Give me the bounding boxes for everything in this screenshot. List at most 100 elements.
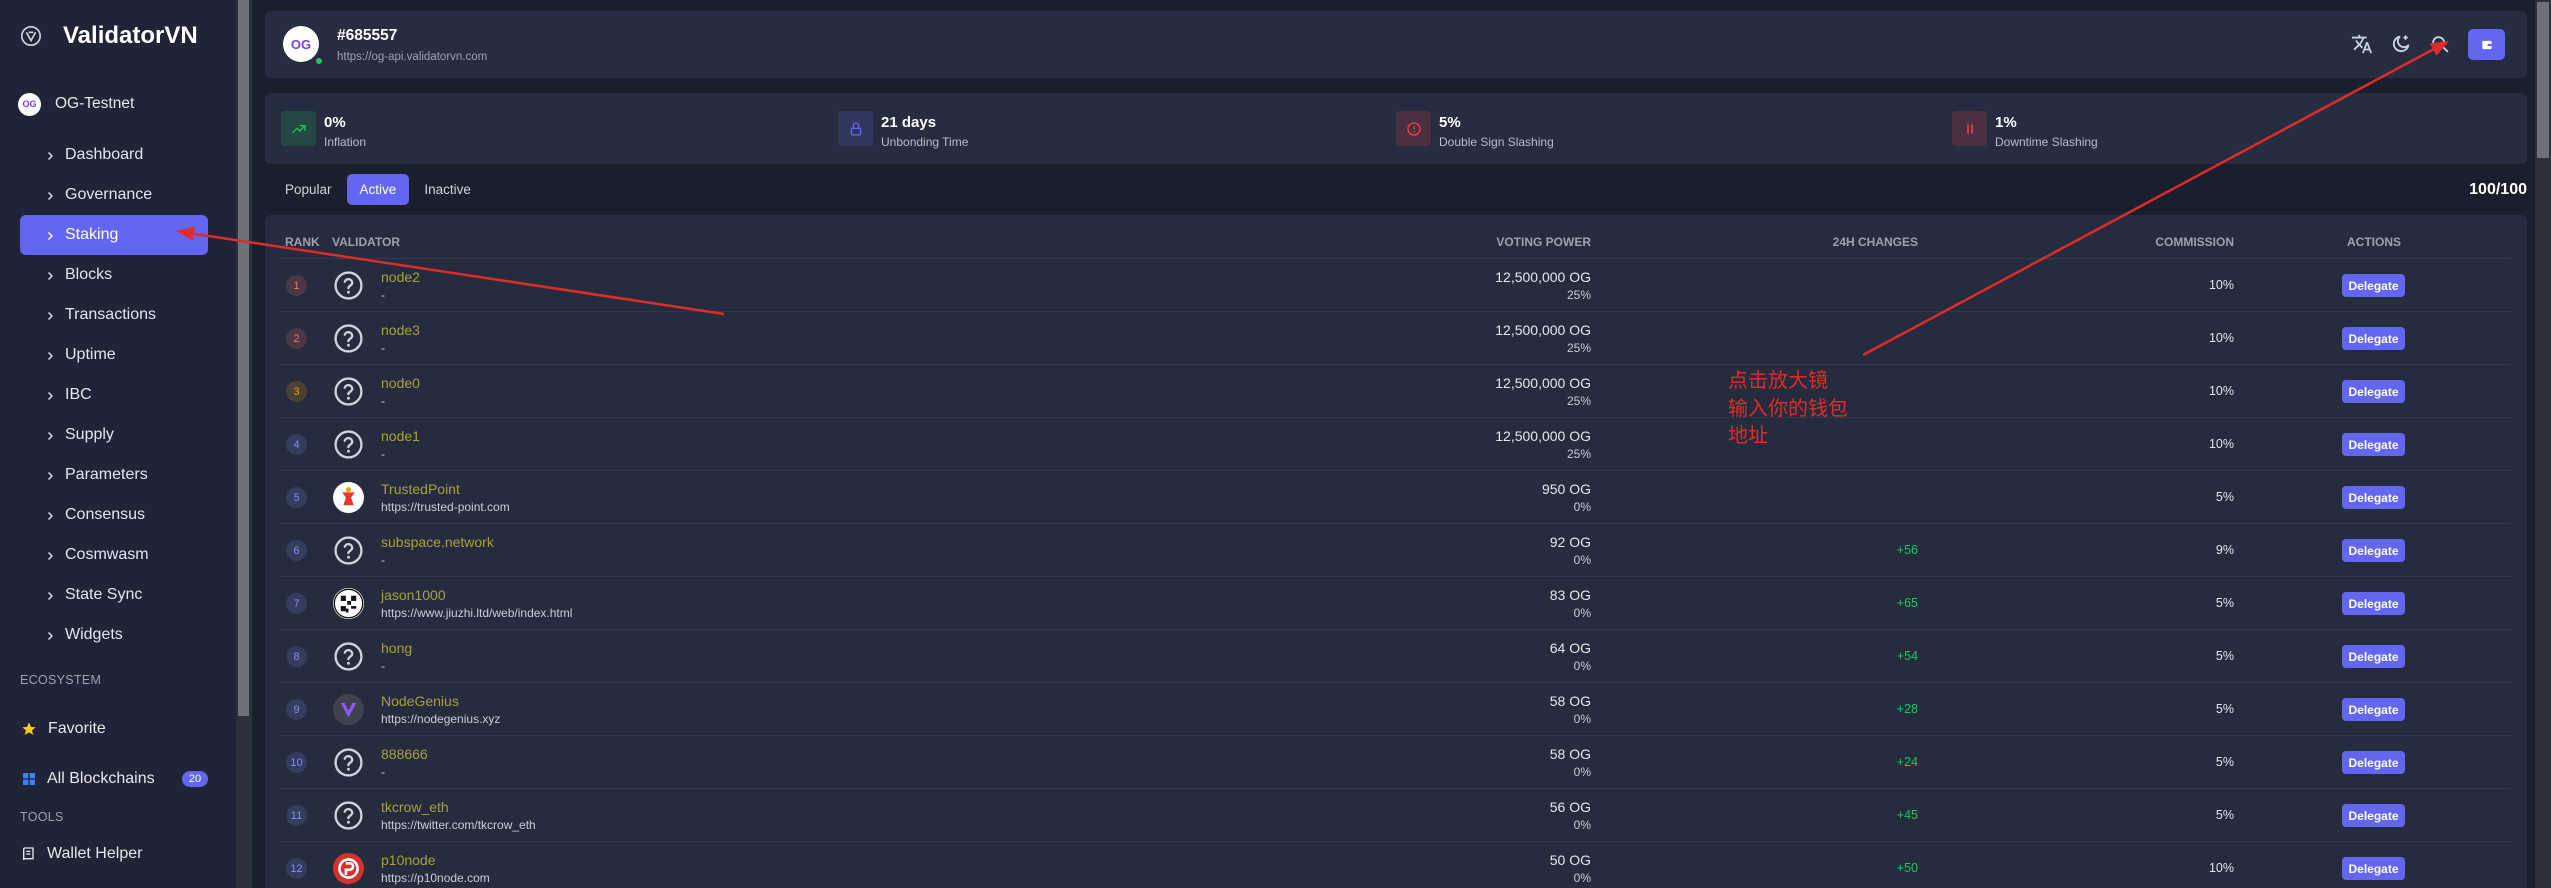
validator-name[interactable]: node1 [381, 427, 420, 445]
sidebar-item-ibc[interactable]: IBC [20, 375, 208, 415]
wallet-helper-link[interactable]: Wallet Helper [21, 842, 142, 866]
delegate-button[interactable]: Delegate [2342, 486, 2405, 509]
voting-power-share: 0% [1573, 553, 1591, 567]
rank-badge: 3 [286, 381, 307, 402]
sidebar-item-label: Supply [65, 426, 114, 443]
chevron-right-icon [44, 509, 56, 521]
sidebar-item-dashboard[interactable]: Dashboard [20, 135, 208, 175]
validator-name[interactable]: NodeGenius [381, 692, 459, 710]
tab-inactive[interactable]: Inactive [411, 174, 484, 205]
voting-power: 12,500,000 OG [1495, 269, 1591, 285]
validator-name[interactable]: 888666 [381, 745, 428, 763]
sidebar-item-parameters[interactable]: Parameters [20, 455, 208, 495]
search-icon[interactable] [2429, 33, 2451, 55]
validator-website: https://trusted-point.com [381, 500, 510, 514]
sidebar-item-staking[interactable]: Staking [20, 215, 208, 255]
delegate-button[interactable]: Delegate [2342, 804, 2405, 827]
chevron-right-icon [44, 189, 56, 201]
delegate-button[interactable]: Delegate [2342, 592, 2405, 615]
stat-label: Unbonding Time [881, 135, 969, 149]
commission-rate: 5% [2215, 808, 2234, 822]
validator-name[interactable]: tkcrow_eth [381, 798, 449, 816]
chain-selector[interactable]: OG OG-Testnet [18, 92, 134, 116]
table-row: 3 node0 - 12,500,000 OG 25% 10% Delegate [278, 365, 2510, 418]
wallet-button[interactable] [2468, 29, 2505, 60]
validator-name[interactable]: node0 [381, 374, 420, 392]
commission-rate: 9% [2215, 543, 2234, 557]
ecosystem-heading: ECOSYSTEM [20, 673, 102, 687]
sidebar-item-governance[interactable]: Governance [20, 175, 208, 215]
brand[interactable]: ValidatorVN [20, 20, 198, 52]
validator-name[interactable]: p10node [381, 851, 436, 869]
validator-website: - [381, 659, 385, 673]
commission-rate: 5% [2215, 490, 2234, 504]
sidebar-item-label: Cosmwasm [65, 546, 149, 563]
translate-icon[interactable] [2351, 33, 2373, 55]
validator-name[interactable]: jason1000 [381, 586, 446, 604]
chevron-right-icon [44, 149, 56, 161]
sidebar-item-supply[interactable]: Supply [20, 415, 208, 455]
validator-name[interactable]: subspace.network [381, 533, 494, 551]
validator-name[interactable]: TrustedPoint [381, 480, 460, 498]
voting-power-share: 0% [1573, 659, 1591, 673]
sidebar-item-cosmwasm[interactable]: Cosmwasm [20, 535, 208, 575]
delegate-button[interactable]: Delegate [2342, 380, 2405, 403]
voting-power: 58 OG [1549, 693, 1591, 709]
sidebar-item-transactions[interactable]: Transactions [20, 295, 208, 335]
delegate-button[interactable]: Delegate [2342, 645, 2405, 668]
block-height: #685557 [337, 27, 398, 44]
validator-website: https://nodegenius.xyz [381, 712, 501, 726]
validator-table: RANK VALIDATOR VOTING POWER 24H CHANGES … [278, 225, 2510, 888]
tab-popular[interactable]: Popular [272, 174, 345, 205]
delegate-button[interactable]: Delegate [2342, 857, 2405, 880]
chevron-right-icon [44, 349, 56, 361]
rank-badge: 11 [286, 805, 307, 826]
blockchains-count-badge: 20 [182, 771, 208, 787]
voting-power-share: 0% [1573, 712, 1591, 726]
sidebar-item-blocks[interactable]: Blocks [20, 255, 208, 295]
api-endpoint[interactable]: https://og-api.validatorvn.com [337, 50, 487, 64]
sidebar-item-consensus[interactable]: Consensus [20, 495, 208, 535]
page-scrollbar-thumb[interactable] [2537, 2, 2549, 158]
alert-circle-icon [1396, 111, 1431, 146]
col-actions: ACTIONS [2347, 235, 2401, 249]
delegate-button[interactable]: Delegate [2342, 274, 2405, 297]
delegate-button[interactable]: Delegate [2342, 539, 2405, 562]
table-header: RANK VALIDATOR VOTING POWER 24H CHANGES … [278, 225, 2510, 259]
voting-power-change: +28 [1896, 702, 1918, 716]
validator-table-card: RANK VALIDATOR VOTING POWER 24H CHANGES … [265, 215, 2527, 888]
voting-power-change: +24 [1896, 755, 1918, 769]
sidebar-item-label: Blocks [65, 266, 113, 283]
brand-name: ValidatorVN [63, 22, 198, 49]
favorite-link[interactable]: Favorite [21, 717, 106, 741]
sidebar-item-label: Governance [65, 186, 153, 203]
table-row: 4 node1 - 12,500,000 OG 25% 10% Delegate [278, 418, 2510, 471]
voting-power: 58 OG [1549, 746, 1591, 762]
voting-power: 50 OG [1549, 852, 1591, 868]
tools-heading: TOOLS [20, 810, 64, 824]
voting-power-change: +45 [1896, 808, 1918, 822]
sidebar-item-uptime[interactable]: Uptime [20, 335, 208, 375]
tab-active[interactable]: Active [346, 174, 410, 205]
sidebar-item-label: Staking [65, 226, 119, 243]
delegate-button[interactable]: Delegate [2342, 327, 2405, 350]
chevron-right-icon [44, 549, 56, 561]
validator-name[interactable]: node3 [381, 321, 420, 339]
grid-icon [23, 773, 35, 785]
commission-rate: 5% [2215, 596, 2234, 610]
moon-icon[interactable] [2390, 33, 2412, 55]
book-icon [23, 847, 34, 861]
voting-power-change: +56 [1896, 543, 1918, 557]
validator-name[interactable]: hong [381, 639, 412, 657]
delegate-button[interactable]: Delegate [2342, 698, 2405, 721]
delegate-button[interactable]: Delegate [2342, 433, 2405, 456]
validator-name[interactable]: node2 [381, 268, 420, 286]
all-blockchains-link[interactable]: All Blockchains [21, 767, 155, 791]
sidebar-item-widgets[interactable]: Widgets [20, 615, 208, 655]
chain-logo: OG [283, 26, 319, 62]
table-row: 7 jason1000 https://www.jiuzhi.ltd/web/ind… [278, 577, 2510, 630]
voting-power-change: +54 [1896, 649, 1918, 663]
sidebar-scrollbar-thumb[interactable] [238, 0, 249, 716]
sidebar-item-state-sync[interactable]: State Sync [20, 575, 208, 615]
delegate-button[interactable]: Delegate [2342, 751, 2405, 774]
